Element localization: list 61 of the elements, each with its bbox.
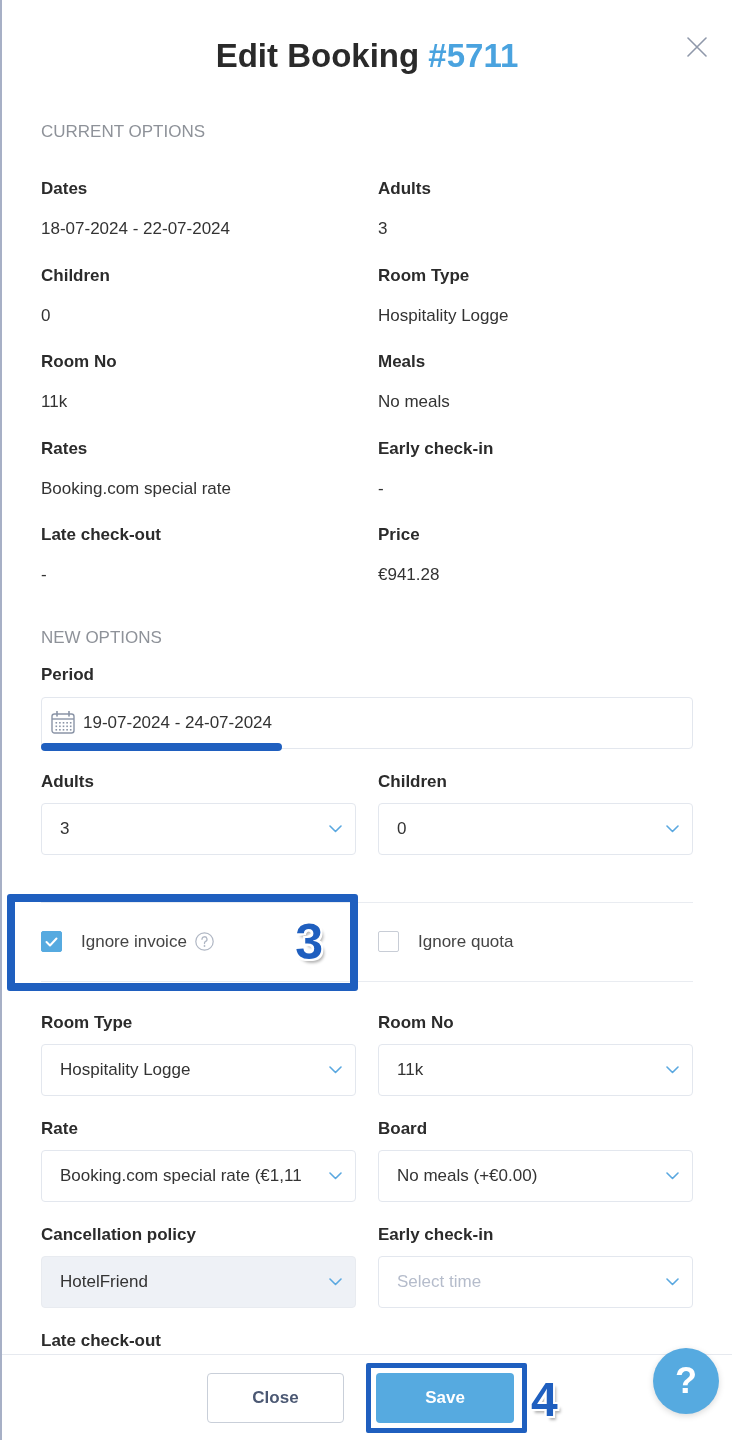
caret-icon: [329, 1277, 342, 1286]
section-heading: NEW OPTIONS: [41, 626, 163, 649]
field-value: No meals: [378, 391, 451, 413]
field-value: 18-07-2024 - 22-07-2024: [41, 218, 232, 240]
field-value: -: [378, 477, 385, 500]
field-label: Meals: [378, 351, 427, 373]
select-field[interactable]: No meals (+€0.00): [378, 1149, 693, 1202]
field-label: Period: [41, 663, 95, 686]
field-label: Room No: [41, 351, 118, 373]
checkbox[interactable]: [41, 931, 62, 952]
caret-icon: [666, 1171, 679, 1180]
field-value: 3: [378, 218, 389, 240]
caret-icon: [329, 824, 342, 833]
field-label: Early check-in: [378, 437, 495, 460]
select-field[interactable]: 11k: [378, 1043, 693, 1096]
field-label: Dates: [41, 178, 89, 200]
field-label: Rates: [41, 437, 89, 460]
step-number: 4: [531, 1375, 558, 1424]
caret-icon: [329, 1171, 342, 1180]
secondary-button[interactable]: Close: [207, 1372, 344, 1423]
field-label: Children: [41, 264, 111, 287]
select-field[interactable]: Hospitality Logge: [41, 1043, 356, 1096]
caret-icon: [666, 1277, 679, 1286]
checkbox[interactable]: [378, 931, 399, 952]
field-label: Children: [378, 770, 448, 793]
field-value: €941.28: [378, 564, 441, 586]
booking-number: #5711: [428, 37, 519, 74]
field-label: Price: [378, 524, 421, 546]
field-label: Late check-out: [41, 524, 162, 546]
field-label: Adults: [378, 178, 432, 200]
field-label: Adults: [41, 770, 95, 793]
field-label: Rate: [41, 1117, 79, 1140]
calendar-icon: [51, 711, 75, 734]
field-label: Room Type: [41, 1011, 134, 1034]
checkbox-label[interactable]: Ignore quota: [418, 928, 514, 955]
select-field[interactable]: Booking.com special rate (€1,11: [41, 1149, 356, 1202]
checkmark-icon: [45, 936, 58, 947]
field-value: 11k: [41, 391, 69, 413]
field-label: Room No: [378, 1011, 455, 1034]
field-label: Late check-out: [41, 1329, 162, 1352]
caret-icon: [329, 1065, 342, 1074]
modal-title: Edit Booking: [215, 37, 420, 74]
help-icon[interactable]: [194, 932, 214, 951]
field-label: Cancellation policy: [41, 1223, 197, 1246]
field-label: Room Type: [378, 264, 471, 287]
close-icon[interactable]: [687, 37, 707, 57]
field-label: Board: [378, 1117, 429, 1140]
date-range-field[interactable]: 19-07-2024 - 24-07-2024: [41, 696, 693, 749]
field-value: Booking.com special rate: [41, 477, 232, 500]
field-value: -: [41, 564, 48, 586]
select-field: HotelFriend: [41, 1255, 356, 1308]
select-field[interactable]: 0: [378, 802, 693, 855]
field-value: 0: [41, 304, 52, 327]
field-value: Hospitality Logge: [378, 304, 510, 327]
section-heading: CURRENT OPTIONS: [41, 121, 207, 143]
checkbox-label[interactable]: Ignore invoice: [81, 928, 187, 955]
step-number: 3: [295, 917, 323, 967]
field-label: Early check-in: [378, 1223, 495, 1246]
select-field[interactable]: 3: [41, 802, 356, 855]
caret-icon: [666, 1065, 679, 1074]
caret-icon: [666, 824, 679, 833]
